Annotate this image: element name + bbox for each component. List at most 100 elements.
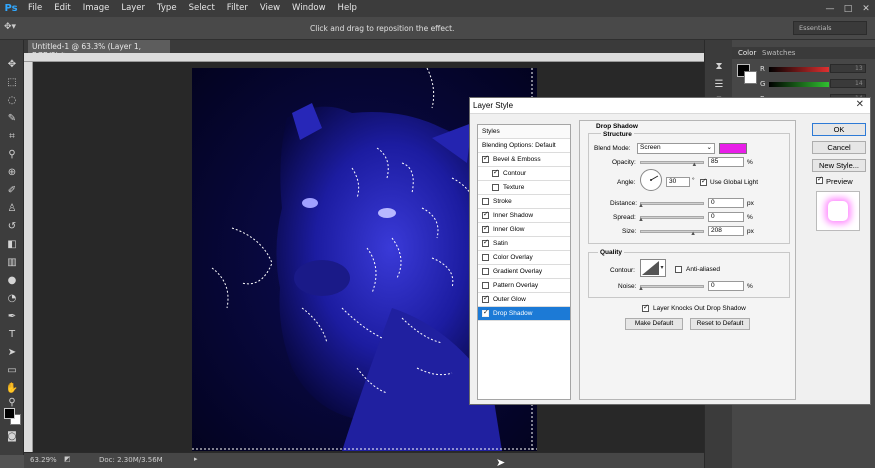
new-style-button[interactable]: New Style... <box>812 159 866 172</box>
angle-dial[interactable] <box>640 169 662 191</box>
style-item[interactable]: Color Overlay <box>478 251 570 265</box>
history-panel-icon[interactable]: ⧗ <box>711 60 727 74</box>
red-channel-slider[interactable]: R 13 <box>760 64 870 75</box>
style-item[interactable]: Gradient Overlay <box>478 265 570 279</box>
dodge-tool-icon[interactable]: ◔ <box>4 292 20 306</box>
properties-panel-icon[interactable]: ☰ <box>711 78 727 92</box>
use-global-light-checkbox[interactable] <box>700 177 708 187</box>
style-checkbox[interactable] <box>482 210 489 219</box>
tab-color[interactable]: Color <box>738 49 756 57</box>
opacity-input[interactable]: 85 <box>708 157 744 167</box>
style-checkbox[interactable] <box>482 198 489 205</box>
spread-slider-thumb[interactable]: ▲ <box>638 217 644 223</box>
foreground-color-swatch[interactable] <box>4 408 15 419</box>
style-item[interactable]: Bevel & Emboss <box>478 153 570 167</box>
menu-select[interactable]: Select <box>183 0 221 17</box>
quick-select-tool-icon[interactable]: ✎ <box>4 112 20 126</box>
color-panel-background[interactable] <box>744 71 757 84</box>
maximize-button[interactable]: □ <box>839 0 857 17</box>
hand-tool-icon[interactable]: ✋ <box>4 382 20 396</box>
blending-options-item[interactable]: Blending Options: Default <box>478 139 570 153</box>
style-checkbox[interactable] <box>482 308 489 317</box>
status-menu-icon[interactable]: ◩ <box>64 455 71 463</box>
path-select-tool-icon[interactable]: ➤ <box>4 346 20 360</box>
workspace-select[interactable]: Essentials <box>793 21 867 35</box>
style-checkbox[interactable] <box>482 282 489 289</box>
blur-tool-icon[interactable]: ● <box>4 274 20 288</box>
menu-filter[interactable]: Filter <box>221 0 254 17</box>
style-checkbox[interactable] <box>482 294 489 303</box>
type-tool-icon[interactable]: T <box>4 328 20 342</box>
quick-mask-icon[interactable]: ◙ <box>4 430 20 444</box>
gradient-tool-icon[interactable]: ▥ <box>4 256 20 270</box>
pen-tool-icon[interactable]: ✒ <box>4 310 20 324</box>
menu-layer[interactable]: Layer <box>115 0 151 17</box>
make-default-button[interactable]: Make Default <box>625 318 683 330</box>
style-item[interactable]: Inner Shadow <box>478 209 570 223</box>
contour-picker[interactable]: ▾ <box>640 259 666 277</box>
noise-input[interactable]: 0 <box>708 281 744 291</box>
style-checkbox[interactable] <box>482 238 489 247</box>
style-checkbox[interactable] <box>492 184 499 191</box>
tab-swatches[interactable]: Swatches <box>762 49 795 57</box>
style-item[interactable]: Drop Shadow <box>478 307 570 321</box>
close-window-button[interactable]: ✕ <box>857 0 875 17</box>
style-checkbox[interactable] <box>482 254 489 261</box>
angle-input[interactable]: 30 <box>666 177 690 187</box>
green-slider-track[interactable] <box>769 82 829 87</box>
lasso-tool-icon[interactable]: ◌ <box>4 94 20 108</box>
shape-tool-icon[interactable]: ▭ <box>4 364 20 378</box>
style-item[interactable]: Stroke <box>478 195 570 209</box>
dialog-close-icon[interactable]: ✕ <box>856 99 864 110</box>
menu-help[interactable]: Help <box>332 0 363 17</box>
distance-input[interactable]: 0 <box>708 198 744 208</box>
knockout-checkbox[interactable] <box>642 303 653 312</box>
menu-view[interactable]: View <box>254 0 286 17</box>
move-tool-icon[interactable]: ✥▾ <box>4 22 16 32</box>
reset-to-default-button[interactable]: Reset to Default <box>690 318 750 330</box>
shadow-color-swatch[interactable] <box>719 143 747 154</box>
blend-mode-select[interactable]: Screen ⌄ <box>637 143 715 154</box>
size-slider-thumb[interactable]: ▲ <box>690 231 696 237</box>
brush-tool-icon[interactable]: ✐ <box>4 184 20 198</box>
style-item[interactable]: Satin <box>478 237 570 251</box>
noise-slider-thumb[interactable]: ▲ <box>638 286 644 292</box>
size-input[interactable]: 208 <box>708 226 744 236</box>
document-tab[interactable]: Untitled-1 @ 63.3% (Layer 1, RGB/8) * × <box>28 40 170 60</box>
ok-button[interactable]: OK <box>812 123 866 136</box>
style-item[interactable]: Contour <box>478 167 570 181</box>
history-brush-tool-icon[interactable]: ↺ <box>4 220 20 234</box>
menu-image[interactable]: Image <box>77 0 116 17</box>
healing-tool-icon[interactable]: ⊕ <box>4 166 20 180</box>
spread-input[interactable]: 0 <box>708 212 744 222</box>
minimize-button[interactable]: — <box>821 0 839 17</box>
menu-type[interactable]: Type <box>151 0 183 17</box>
style-item[interactable]: Outer Glow <box>478 293 570 307</box>
style-item[interactable]: Texture <box>478 181 570 195</box>
distance-slider-track[interactable] <box>640 202 704 205</box>
style-item[interactable]: Inner Glow <box>478 223 570 237</box>
spread-slider-track[interactable] <box>640 216 704 219</box>
red-slider-track[interactable] <box>769 67 829 72</box>
style-item[interactable]: Pattern Overlay <box>478 279 570 293</box>
eyedropper-tool-icon[interactable]: ⚲ <box>4 148 20 162</box>
style-checkbox[interactable] <box>482 224 489 233</box>
status-arrow-icon[interactable]: ▸ <box>194 455 198 463</box>
anti-aliased-checkbox[interactable] <box>675 266 686 273</box>
style-checkbox[interactable] <box>482 154 489 163</box>
style-checkbox[interactable] <box>492 168 499 177</box>
marquee-tool-icon[interactable]: ⬚ <box>4 76 20 90</box>
menu-edit[interactable]: Edit <box>48 0 76 17</box>
menu-file[interactable]: File <box>22 0 48 17</box>
green-value-field[interactable]: 14 <box>830 79 866 88</box>
zoom-level[interactable]: 63.29% <box>30 456 57 464</box>
eraser-tool-icon[interactable]: ◧ <box>4 238 20 252</box>
red-value-field[interactable]: 13 <box>830 64 866 73</box>
move-tool-icon[interactable]: ✥ <box>4 58 20 72</box>
style-checkbox[interactable] <box>482 268 489 275</box>
menu-window[interactable]: Window <box>286 0 332 17</box>
opacity-slider-thumb[interactable]: ▲ <box>691 162 697 168</box>
styles-header[interactable]: Styles <box>478 125 570 139</box>
green-channel-slider[interactable]: G 14 <box>760 79 870 90</box>
distance-slider-thumb[interactable]: ▲ <box>638 203 644 209</box>
